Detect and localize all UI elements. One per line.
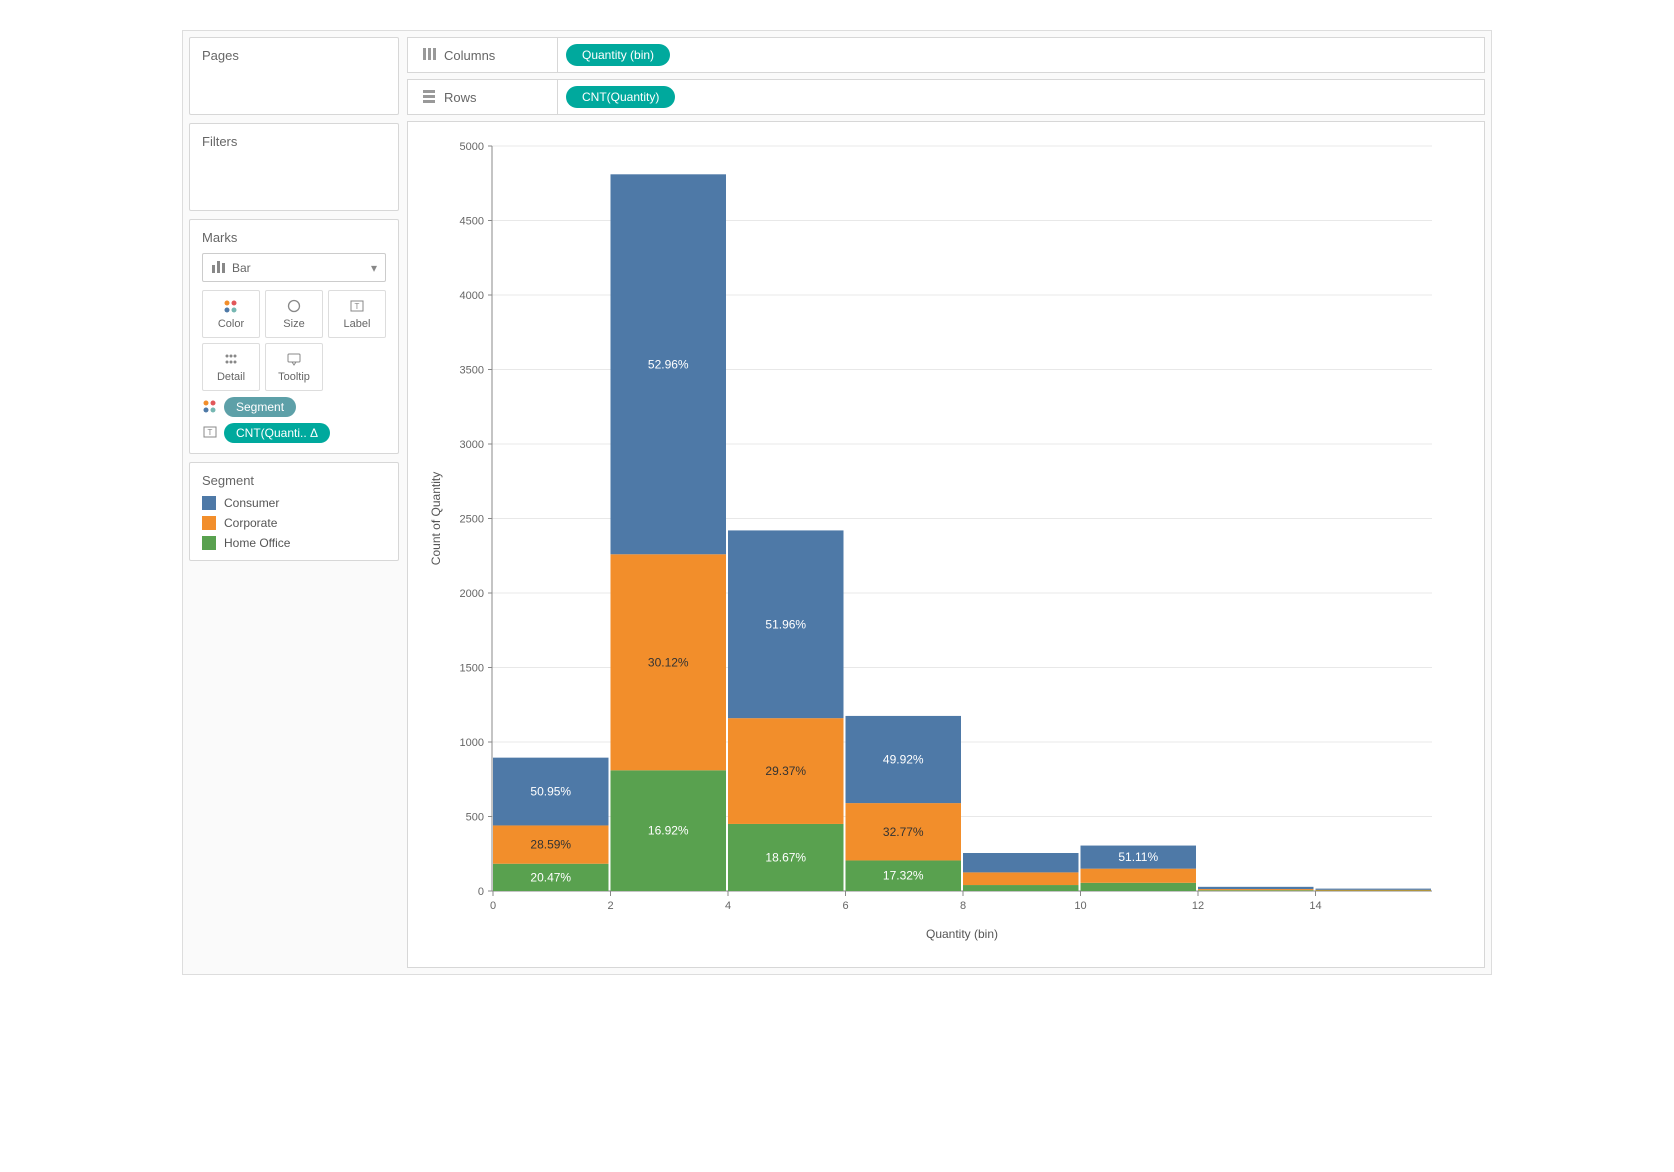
svg-text:2000: 2000 [460, 588, 484, 600]
svg-text:2500: 2500 [460, 514, 484, 526]
label-encoding-row[interactable]: T CNT(Quanti.. Δ [202, 423, 386, 443]
color-icon [202, 399, 218, 416]
columns-label: Columns [444, 48, 495, 63]
size-icon [286, 298, 302, 314]
sidebar: Pages Filters Marks Bar ▾ [189, 37, 399, 968]
svg-text:49.92%: 49.92% [883, 753, 924, 767]
marks-detail-button[interactable]: Detail [202, 343, 260, 391]
marks-color-button[interactable]: Color [202, 290, 260, 338]
marks-tooltip-label: Tooltip [278, 371, 310, 383]
columns-pill[interactable]: Quantity (bin) [566, 44, 670, 66]
svg-text:4: 4 [725, 900, 731, 912]
filters-shelf[interactable]: Filters [189, 123, 399, 211]
legend-item-home-office[interactable]: Home Office [202, 536, 386, 550]
marks-card: Marks Bar ▾ Color [189, 219, 399, 454]
legend-label: Consumer [224, 496, 279, 510]
pages-shelf[interactable]: Pages [189, 37, 399, 115]
legend-title: Segment [202, 473, 386, 488]
svg-text:30.12%: 30.12% [648, 655, 689, 669]
svg-text:0: 0 [490, 900, 496, 912]
marks-label-label: Label [344, 318, 371, 330]
app-root: Pages Filters Marks Bar ▾ [182, 30, 1492, 975]
bar-icon [211, 259, 225, 276]
svg-text:51.11%: 51.11% [1118, 850, 1158, 864]
marks-label-button[interactable]: T Label [328, 290, 386, 338]
svg-text:14: 14 [1309, 900, 1321, 912]
svg-text:12: 12 [1192, 900, 1204, 912]
svg-text:2: 2 [607, 900, 613, 912]
pages-title: Pages [202, 48, 386, 63]
svg-text:50.95%: 50.95% [530, 785, 571, 799]
columns-icon [422, 47, 436, 64]
color-encoding-pill[interactable]: Segment [224, 397, 296, 417]
svg-text:500: 500 [466, 812, 484, 824]
svg-text:17.32%: 17.32% [883, 869, 924, 883]
color-encoding-row[interactable]: Segment [202, 397, 386, 417]
svg-text:10: 10 [1074, 900, 1086, 912]
label-encoding-pill[interactable]: CNT(Quanti.. Δ [224, 423, 330, 443]
mark-type-label: Bar [232, 261, 251, 275]
swatch-icon [202, 496, 216, 510]
svg-text:4500: 4500 [460, 216, 484, 228]
svg-text:3500: 3500 [460, 365, 484, 377]
rows-icon [422, 89, 436, 106]
svg-text:1000: 1000 [460, 737, 484, 749]
svg-text:32.77%: 32.77% [883, 825, 924, 839]
svg-text:5000: 5000 [460, 141, 484, 153]
svg-text:Quantity (bin): Quantity (bin) [926, 927, 998, 941]
svg-text:28.59%: 28.59% [530, 838, 571, 852]
tooltip-icon [286, 351, 302, 367]
svg-text:20.47%: 20.47% [530, 870, 571, 884]
columns-shelf[interactable]: Columns Quantity (bin) [407, 37, 1485, 73]
svg-text:51.96%: 51.96% [765, 617, 806, 631]
legend-item-consumer[interactable]: Consumer [202, 496, 386, 510]
legend-label: Corporate [224, 516, 277, 530]
marks-size-label: Size [283, 318, 304, 330]
svg-text:0: 0 [478, 886, 484, 898]
svg-text:Count of Quantity: Count of Quantity [429, 472, 443, 565]
color-icon [223, 298, 239, 314]
chart-view[interactable]: 0 500 1000 1500 2000 2500 3000 3500 4000 4500 5000… [407, 121, 1485, 968]
svg-text:29.37%: 29.37% [765, 764, 806, 778]
svg-text:T: T [208, 428, 213, 437]
label-icon: T [202, 425, 218, 442]
detail-icon [223, 351, 239, 367]
rows-shelf[interactable]: Rows CNT(Quantity) [407, 79, 1485, 115]
rows-label: Rows [444, 90, 477, 105]
svg-text:1500: 1500 [460, 663, 484, 675]
swatch-icon [202, 536, 216, 550]
main-area: Columns Quantity (bin) Rows CNT(Quantity… [407, 37, 1485, 968]
label-icon: T [349, 298, 365, 314]
legend-item-corporate[interactable]: Corporate [202, 516, 386, 530]
svg-text:3000: 3000 [460, 439, 484, 451]
svg-text:T: T [355, 302, 360, 311]
svg-text:6: 6 [842, 900, 848, 912]
svg-text:8: 8 [960, 900, 966, 912]
marks-color-label: Color [218, 318, 244, 330]
legend-label: Home Office [224, 536, 290, 550]
mark-type-dropdown[interactable]: Bar ▾ [202, 253, 386, 282]
svg-text:4000: 4000 [460, 290, 484, 302]
svg-text:18.67%: 18.67% [765, 850, 806, 864]
legend-card: Segment Consumer Corporate Home Office [189, 462, 399, 561]
rows-pill[interactable]: CNT(Quantity) [566, 86, 675, 108]
filters-title: Filters [202, 134, 386, 149]
svg-text:52.96%: 52.96% [648, 357, 689, 371]
swatch-icon [202, 516, 216, 530]
chart-svg: 0 500 1000 1500 2000 2500 3000 3500 4000 4500 5000… [422, 136, 1452, 946]
marks-tooltip-button[interactable]: Tooltip [265, 343, 323, 391]
marks-size-button[interactable]: Size [265, 290, 323, 338]
chevron-down-icon: ▾ [371, 261, 377, 275]
svg-text:16.92%: 16.92% [648, 824, 689, 838]
marks-title: Marks [202, 230, 386, 245]
marks-detail-label: Detail [217, 371, 245, 383]
